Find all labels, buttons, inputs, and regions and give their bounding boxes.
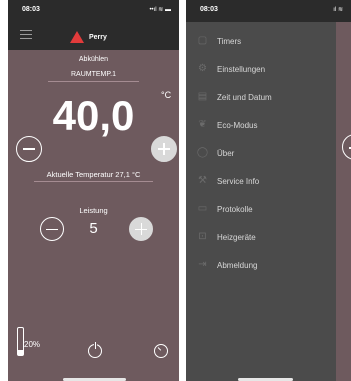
gear-icon: ⚙	[198, 63, 207, 74]
menu-item-label: Heizgeräte	[217, 232, 256, 242]
timer-icon: ▢	[197, 35, 208, 46]
actual-temperature-underline	[34, 181, 153, 182]
actual-temperature: Aktuelle Temperatur 27,1 °C	[46, 170, 141, 179]
status-icons: ••ıl ≋ ▬	[149, 7, 171, 13]
menu-item-label: Protokolle	[217, 204, 253, 214]
timer-icon[interactable]	[154, 344, 168, 358]
battery-percent: 20%	[24, 340, 41, 349]
increase-temperature-button[interactable]	[151, 136, 177, 162]
menu-item-eco-modus[interactable]: ❦ Eco-Modus	[186, 111, 257, 139]
perry-logo-icon	[70, 31, 84, 43]
menu-icon[interactable]	[20, 30, 32, 42]
menu-item-timers[interactable]: ▢ Timers	[186, 27, 241, 55]
status-time-right: 08:03	[200, 6, 218, 13]
menu-screen: 08:03 ıl ≋ ▢ Timers ⚙ Einstellungen ▤ Ze…	[186, 0, 351, 381]
calendar-icon: ▤	[197, 91, 208, 102]
wrench-icon: ⚒	[198, 175, 207, 186]
status-bar: 08:03 ••ıl ≋ ▬	[8, 0, 179, 22]
battery-fill	[18, 349, 23, 355]
power-label: Leistung	[79, 206, 108, 215]
menu-item-einstellungen[interactable]: ⚙ Einstellungen	[186, 55, 265, 83]
menu-item-label: Eco-Modus	[217, 120, 258, 130]
menu-item-label: Service Info	[217, 176, 260, 186]
status-time: 08:03	[22, 6, 40, 13]
power-value: 5	[89, 220, 98, 237]
menu-item-label: Zeit und Datum	[217, 92, 272, 102]
menu-item-zeit-und-datum[interactable]: ▤ Zeit und Datum	[186, 83, 272, 111]
thermostat-screen: 08:03 ••ıl ≋ ▬ Perry Abkühlen RAUMTEMP.1…	[8, 0, 179, 381]
menu-item-protokolle[interactable]: ▭ Protokolle	[186, 195, 253, 223]
side-menu: ▢ Timers ⚙ Einstellungen ▤ Zeit und Datu…	[186, 22, 336, 381]
leaf-icon: ❦	[198, 119, 207, 130]
menu-item-heizgeraete[interactable]: ⊡ Heizgeräte	[186, 223, 256, 251]
temperature-unit: °C	[161, 90, 172, 100]
temperature-name-underline	[48, 81, 139, 82]
menu-item-label: Einstellungen	[217, 64, 266, 74]
info-icon: ◯	[196, 147, 209, 158]
menu-item-label: Über	[217, 148, 235, 158]
temperature-name[interactable]: RAUMTEMP.1	[8, 71, 179, 78]
brand: Perry	[70, 30, 107, 44]
menu-item-service-info[interactable]: ⚒ Service Info	[186, 167, 259, 195]
document-icon: ▭	[197, 203, 208, 214]
status-bar-right: 08:03 ıl ≋	[186, 0, 351, 22]
heater-icon: ⊡	[198, 231, 207, 242]
power-icon[interactable]	[88, 342, 102, 358]
setpoint-temperature: 40,0	[52, 92, 135, 139]
underlying-screen-peek	[336, 22, 351, 381]
app-header: Perry	[8, 22, 179, 50]
menu-item-label: Abmeldung	[217, 260, 258, 270]
logout-icon: ⇥	[198, 259, 207, 270]
battery-icon	[17, 327, 24, 356]
decrease-temperature-button[interactable]	[16, 136, 42, 162]
increase-power-button[interactable]	[129, 217, 153, 241]
brand-name: Perry	[89, 33, 107, 41]
menu-item-ueber[interactable]: ◯ Über	[186, 139, 234, 167]
menu-item-abmeldung[interactable]: ⇥ Abmeldung	[186, 251, 257, 279]
status-icons-right: ıl ≋	[333, 7, 343, 13]
menu-item-label: Timers	[217, 36, 242, 46]
mode-label: Abkühlen	[78, 56, 109, 63]
